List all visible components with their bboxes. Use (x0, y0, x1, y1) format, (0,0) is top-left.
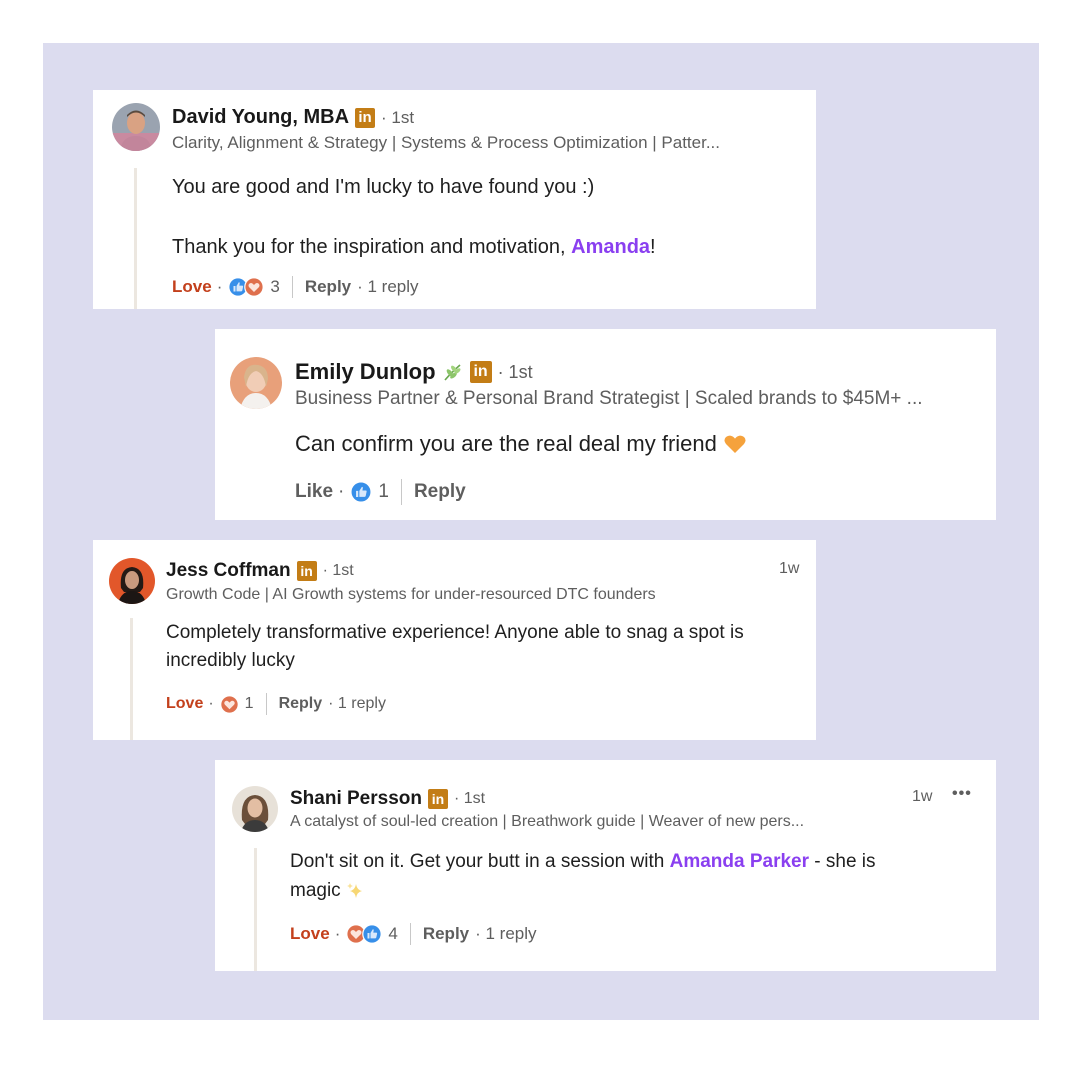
thread-line (130, 618, 133, 740)
comment-body: Completely transformative experience! An… (166, 619, 744, 675)
comment-line: Completely transformative experience! An… (166, 622, 744, 643)
reply-button[interactable]: Reply (279, 695, 323, 713)
thread-line (254, 848, 257, 971)
reaction-button[interactable]: Love (172, 277, 212, 297)
headline: A catalyst of soul-led creation | Breath… (290, 813, 805, 830)
comment-card: Shani Persson in · 1st 1w ••• A catalyst… (215, 760, 996, 971)
author-name[interactable]: Shani Persson (290, 788, 422, 810)
comment-line: Can confirm you are the real deal my fri… (295, 429, 747, 459)
reaction-button[interactable]: Like (295, 481, 333, 503)
comment-line: You are good and I'm lucky to have found… (172, 176, 595, 198)
headline: Growth Code | AI Growth systems for unde… (166, 586, 656, 603)
comment-line: Thank you for the inspiration and motiva… (172, 236, 656, 258)
like-icon (362, 924, 383, 944)
connection-degree: · 1st (322, 562, 354, 579)
leaf-icon (442, 361, 464, 383)
linkedin-icon: in (469, 361, 492, 383)
connection-degree: · 1st (454, 790, 486, 807)
comment-body: Can confirm you are the real deal my fri… (295, 429, 747, 459)
divider (291, 276, 293, 298)
action-bar: Love · 1 Reply · 1 reply (166, 693, 386, 715)
timestamp: 1w (912, 788, 933, 805)
comment-body: Don't sit on it. Get your butt in a sess… (290, 847, 876, 905)
reaction-icons[interactable] (219, 694, 239, 714)
connection-degree: · 1st (381, 107, 415, 127)
reaction-count[interactable]: 1 (245, 695, 254, 713)
reply-button[interactable]: Reply (414, 481, 466, 503)
heart-icon (219, 694, 239, 714)
author-name[interactable]: David Young, MBA (172, 106, 349, 129)
comment-card: Jess Coffman in · 1st 1w Growth Code | A… (93, 540, 816, 740)
reply-count[interactable]: · 1 reply (357, 277, 418, 297)
comment-line: incredibly lucky (166, 650, 295, 671)
author-name[interactable]: Jess Coffman (166, 560, 291, 582)
author-name[interactable]: Emily Dunlop (295, 359, 436, 385)
timestamp: 1w (779, 560, 800, 577)
divider (409, 923, 411, 945)
avatar[interactable] (232, 786, 278, 832)
comment-body: You are good and I'm lucky to have found… (172, 172, 656, 262)
avatar[interactable] (230, 357, 282, 409)
headline: Business Partner & Personal Brand Strate… (295, 388, 923, 409)
reaction-icons[interactable] (228, 277, 265, 297)
thread-line (134, 168, 137, 309)
divider (400, 479, 402, 505)
reaction-button[interactable]: Love (166, 695, 203, 713)
sparkles-icon (346, 882, 362, 898)
comment-line: Don't sit on it. Get your butt in a sess… (290, 851, 876, 872)
action-bar: Love · 4 Reply · 1 reply (290, 923, 537, 945)
reply-count[interactable]: · 1 reply (328, 695, 386, 713)
more-options-icon[interactable]: ••• (952, 785, 972, 803)
comment-card: Emily Dunlop in · 1st Business Partner &… (215, 329, 996, 520)
action-bar: Love · 3 Reply · 1 reply (172, 276, 419, 298)
action-bar: Like · 1 Reply (295, 479, 466, 505)
reaction-icons[interactable] (346, 924, 383, 944)
reaction-count[interactable]: 4 (388, 924, 397, 944)
linkedin-icon: in (428, 789, 448, 809)
linkedin-icon: in (296, 561, 317, 581)
mention-link[interactable]: Amanda Parker (670, 851, 809, 872)
comment-line: magic (290, 876, 876, 905)
comment-card: David Young, MBA in · 1st Clarity, Align… (93, 90, 816, 309)
reply-count[interactable]: · 1 reply (475, 924, 536, 944)
reaction-count[interactable]: 1 (378, 481, 389, 503)
headline: Clarity, Alignment & Strategy | Systems … (172, 133, 720, 152)
orange-heart-icon (724, 435, 746, 453)
divider (265, 693, 267, 715)
heart-icon (244, 277, 265, 297)
like-icon (350, 481, 373, 503)
avatar[interactable] (109, 558, 155, 604)
mention-link[interactable]: Amanda (571, 236, 650, 258)
reply-button[interactable]: Reply (423, 924, 469, 944)
reaction-button[interactable]: Love (290, 924, 330, 944)
reply-button[interactable]: Reply (305, 277, 351, 297)
reaction-icons[interactable] (350, 481, 373, 503)
reaction-count[interactable]: 3 (270, 277, 279, 297)
linkedin-icon: in (355, 107, 376, 128)
connection-degree: · 1st (497, 361, 533, 382)
avatar[interactable] (112, 103, 160, 151)
